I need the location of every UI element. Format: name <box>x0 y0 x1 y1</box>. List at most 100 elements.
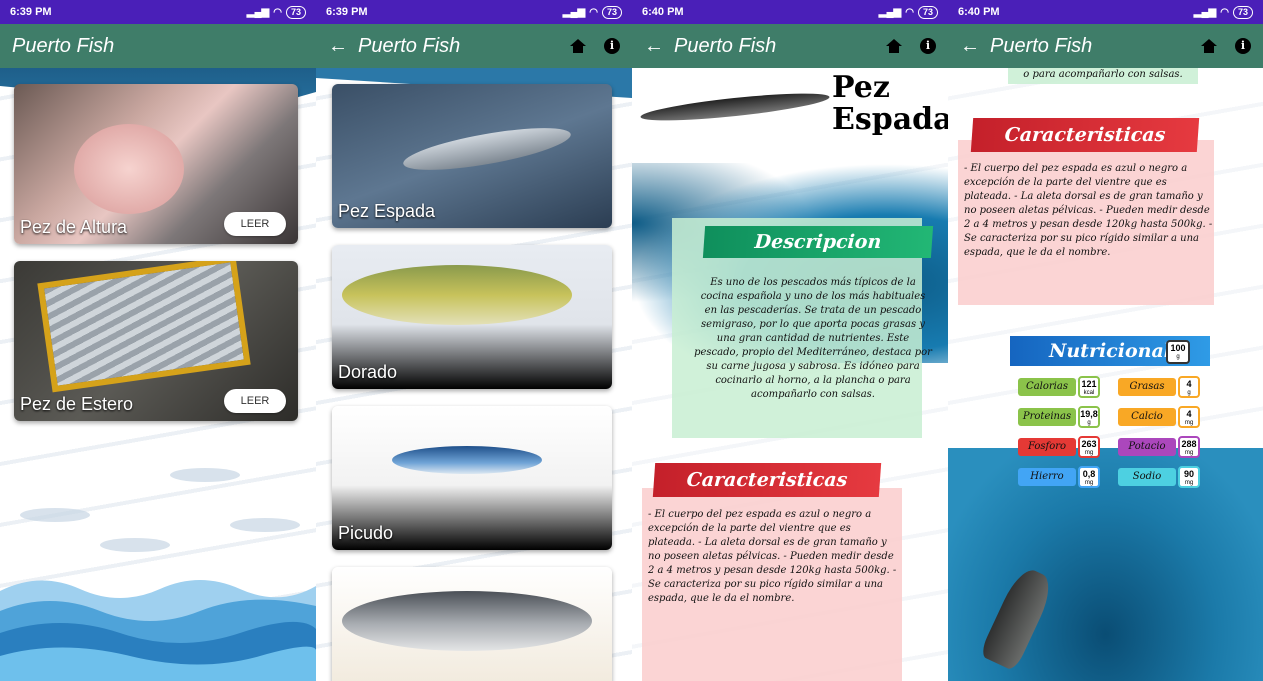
info-icon[interactable]: i <box>1235 38 1251 54</box>
fish-decor <box>100 538 170 552</box>
nutrient-label: Potacio <box>1118 438 1176 456</box>
battery-indicator: 73 <box>1232 5 1253 19</box>
back-arrow-icon[interactable]: ← <box>644 35 674 58</box>
fish-card-dorado[interactable]: Dorado <box>332 245 612 389</box>
app-title: Puerto Fish <box>12 34 115 57</box>
caracteristicas-text: - El cuerpo del pez espada es azul o neg… <box>648 509 897 604</box>
home-content: Pez de Altura LEER Pez de Estero LEER <box>0 68 316 681</box>
fish-decor <box>230 518 300 532</box>
status-icons: ▂▄▆ ◠ 73 <box>878 5 938 19</box>
status-icons: ▂▄▆ ◠ 73 <box>1193 5 1253 19</box>
category-label: Pez de Altura <box>20 217 128 237</box>
app-bar: ← Puerto Fish i <box>316 24 632 68</box>
detail-content[interactable]: o para acompañarlo con salsas. Caracteri… <box>948 68 1263 681</box>
app-title: Puerto Fish <box>358 34 461 57</box>
wifi-icon: ◠ <box>273 6 282 18</box>
caracteristicas-text: - El cuerpo del pez espada es azul o neg… <box>964 163 1213 258</box>
fish-label: Pez Espada <box>338 201 436 221</box>
fish-card-atun[interactable] <box>332 567 612 681</box>
nutrient-value: 4g <box>1178 376 1200 398</box>
descripcion-tail-text: o para acompañarlo con salsas. <box>1023 69 1183 80</box>
nutrient-amount: 19,8 <box>1080 409 1098 419</box>
battery-indicator: 73 <box>917 5 938 19</box>
fish-label: Picudo <box>338 523 394 543</box>
caracteristicas-banner: Caracteristicas <box>970 118 1200 152</box>
portion-unit: g <box>1176 354 1180 360</box>
app-title: Puerto Fish <box>990 34 1093 57</box>
nutrient-label: Hierro <box>1018 468 1076 486</box>
status-bar: 6:40 PM ▂▄▆ ◠ 73 <box>948 0 1263 24</box>
app-bar: ← Puerto Fish i <box>948 24 1263 68</box>
nutrient-value: 4 mg <box>1178 406 1200 428</box>
home-icon[interactable] <box>886 39 902 53</box>
dorado-illustration <box>342 265 572 325</box>
nutrient-label: Fosforo <box>1018 438 1076 456</box>
signal-icon: ▂▄▆ <box>1193 6 1217 18</box>
wifi-icon: ◠ <box>905 6 914 18</box>
descripcion-text: Es uno de los pescados más típicos de la… <box>694 277 932 400</box>
fish-cut-illustration <box>74 124 184 214</box>
status-bar: 6:39 PM ▂▄▆ ◠ 73 <box>0 0 316 24</box>
nutrient-amount: 4 <box>1186 379 1192 389</box>
category-card-estero[interactable]: Pez de Estero LEER <box>14 261 298 421</box>
signal-icon: ▂▄▆ <box>246 6 270 18</box>
status-bar: 6:39 PM ▂▄▆ ◠ 73 <box>316 0 632 24</box>
battery-indicator: 73 <box>601 5 622 19</box>
detail-content[interactable]: Pez Espada Descripcion Es uno de los pes… <box>632 68 948 681</box>
app-bar: Puerto Fish <box>0 24 316 68</box>
nutrient-amount: 288 <box>1181 439 1197 449</box>
info-icon[interactable]: i <box>604 38 620 54</box>
descripcion-banner: Descripcion <box>702 226 934 258</box>
status-time: 6:40 PM <box>642 6 684 18</box>
nutrient-value: 121 kcal <box>1078 376 1100 398</box>
read-button[interactable]: LEER <box>224 212 286 236</box>
portion-value: 100 <box>1170 343 1186 353</box>
fish-title: Pez Espada <box>832 72 948 136</box>
back-arrow-icon[interactable]: ← <box>960 35 990 58</box>
nutrient-label: Grasas <box>1118 378 1176 396</box>
wifi-icon: ◠ <box>589 6 598 18</box>
nutrient-label: Sodio <box>1118 468 1176 486</box>
back-arrow-icon[interactable]: ← <box>328 35 358 58</box>
fish-list-content: Pez Espada Dorado Picudo <box>316 68 632 681</box>
fish-decor <box>20 508 90 522</box>
nutrient-unit: mg <box>1184 450 1194 456</box>
nutrient-label: Calorias <box>1018 378 1076 396</box>
portion-badge: 100 g <box>1166 340 1190 364</box>
fish-card-picudo[interactable]: Picudo <box>332 406 612 550</box>
screen-fish-list: 6:39 PM ▂▄▆ ◠ 73 ← Puerto Fish i Pez Espad… <box>316 0 632 681</box>
nutrient-amount: 121 <box>1081 379 1097 389</box>
screen-fish-detail-scrolled: 6:40 PM ▂▄▆ ◠ 73 ← Puerto Fish i o para ac… <box>948 0 1263 681</box>
screen-home: 6:39 PM ▂▄▆ ◠ 73 Puerto Fish Pez de Altura… <box>0 0 316 681</box>
read-button[interactable]: LEER <box>224 389 286 413</box>
nutrient-amount: 263 <box>1081 439 1097 449</box>
nutrient-unit: mg <box>1184 420 1194 426</box>
nutrient-label: Proteinas <box>1018 408 1076 426</box>
signal-icon: ▂▄▆ <box>878 6 902 18</box>
tuna-illustration <box>342 591 592 651</box>
signal-icon: ▂▄▆ <box>562 6 586 18</box>
status-icons: ▂▄▆ ◠ 73 <box>562 5 622 19</box>
nutrient-amount: 0,8 <box>1082 469 1096 479</box>
fish-card-pez-espada[interactable]: Pez Espada <box>332 84 612 228</box>
category-label: Pez de Estero <box>20 394 134 414</box>
wifi-icon: ◠ <box>1220 6 1229 18</box>
nutrient-label: Calcio <box>1118 408 1176 426</box>
wave-decor <box>0 580 316 681</box>
fish-label: Dorado <box>338 362 398 382</box>
marlin-illustration <box>392 446 542 474</box>
home-icon[interactable] <box>570 39 586 53</box>
app-bar: ← Puerto Fish i <box>632 24 948 68</box>
info-icon[interactable]: i <box>920 38 936 54</box>
home-icon[interactable] <box>1201 39 1217 53</box>
nutrient-unit: mg <box>1084 450 1094 456</box>
screen-fish-detail: 6:40 PM ▂▄▆ ◠ 73 ← Puerto Fish i Pez Espad… <box>632 0 948 681</box>
nutrient-amount: 4 <box>1186 409 1192 419</box>
status-bar: 6:40 PM ▂▄▆ ◠ 73 <box>632 0 948 24</box>
caracteristicas-banner: Caracteristicas <box>652 463 882 497</box>
nutrient-unit: mg <box>1184 480 1194 486</box>
status-icons: ▂▄▆ ◠ 73 <box>246 5 306 19</box>
nutrient-value: 0,8 mg <box>1078 466 1100 488</box>
nutrient-unit: g <box>1087 420 1091 426</box>
category-card-altura[interactable]: Pez de Altura LEER <box>14 84 298 244</box>
